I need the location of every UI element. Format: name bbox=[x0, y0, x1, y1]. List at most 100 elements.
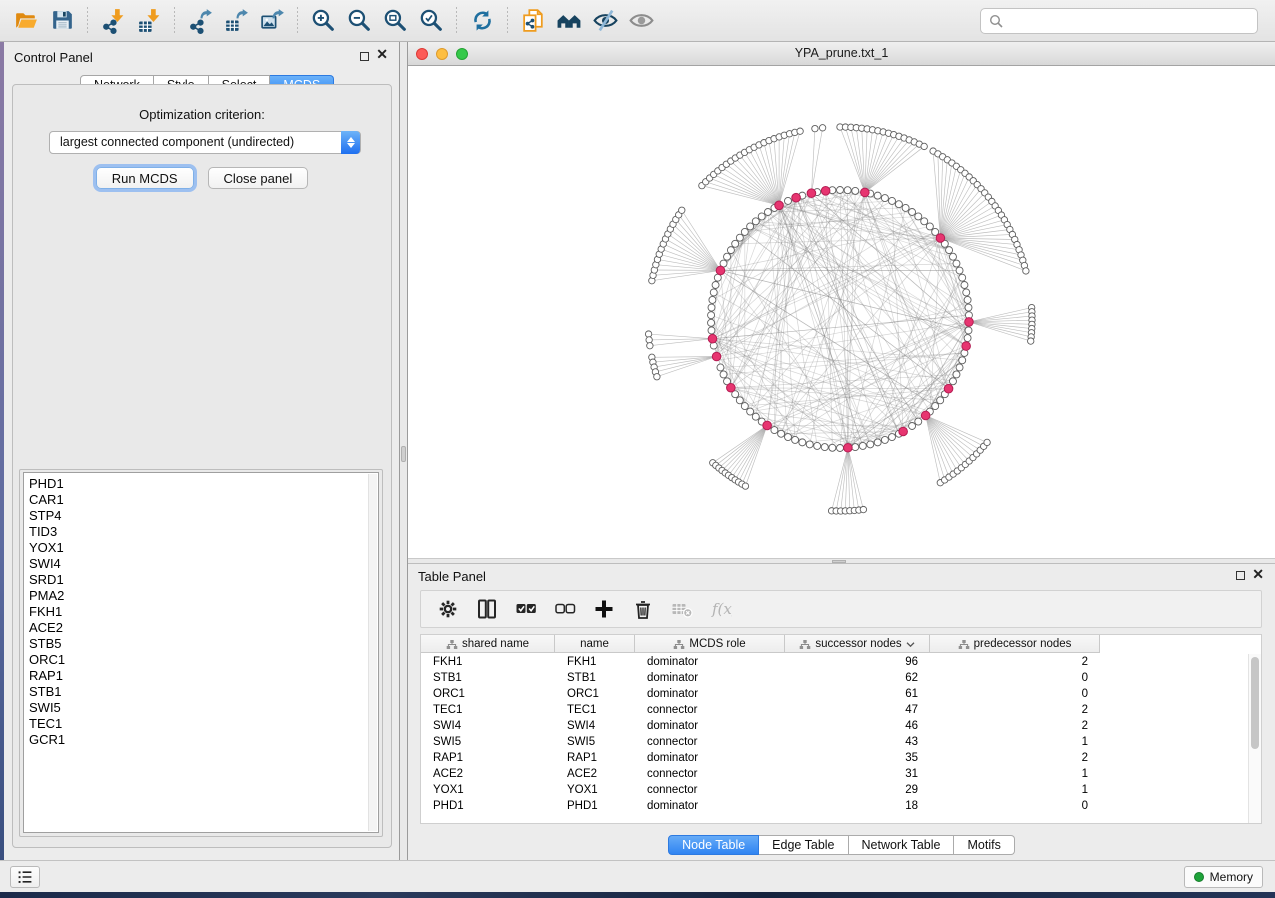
graph-node[interactable] bbox=[727, 247, 734, 254]
table-row[interactable]: PHD1PHD1dominator180 bbox=[421, 798, 1248, 814]
settings-button[interactable] bbox=[437, 598, 459, 620]
graph-node[interactable] bbox=[909, 209, 916, 216]
graph-node[interactable] bbox=[709, 296, 716, 303]
close-panel-button[interactable]: Close panel bbox=[208, 167, 309, 189]
graph-node[interactable] bbox=[771, 427, 778, 434]
graph-hub-node[interactable] bbox=[821, 187, 830, 196]
graph-node[interactable] bbox=[799, 439, 806, 446]
mcds-result-item[interactable]: RAP1 bbox=[24, 668, 378, 684]
graph-node[interactable] bbox=[821, 444, 828, 451]
optimization-select[interactable]: largest connected component (undirected) bbox=[49, 131, 361, 154]
graph-node[interactable] bbox=[732, 240, 739, 247]
table-scrollbar[interactable] bbox=[1248, 654, 1261, 823]
table-row[interactable]: YOX1YOX1connector291 bbox=[421, 782, 1248, 798]
memory-button[interactable]: Memory bbox=[1184, 866, 1263, 888]
refresh-layout-button[interactable] bbox=[464, 4, 500, 38]
export-image-button[interactable] bbox=[254, 4, 290, 38]
graph-node[interactable] bbox=[741, 403, 748, 410]
mcds-result-item[interactable]: TID3 bbox=[24, 524, 378, 540]
add-button[interactable] bbox=[593, 598, 615, 620]
graph-node[interactable] bbox=[736, 397, 743, 404]
table-row[interactable]: ACE2ACE2connector311 bbox=[421, 766, 1248, 782]
save-session-button[interactable] bbox=[44, 4, 80, 38]
graph-node[interactable] bbox=[708, 304, 715, 311]
import-network-button[interactable] bbox=[95, 4, 131, 38]
graph-node[interactable] bbox=[874, 192, 881, 199]
scrollbar-thumb[interactable] bbox=[1251, 657, 1259, 749]
table-row[interactable]: ORC1ORC1dominator610 bbox=[421, 686, 1248, 702]
graph-node[interactable] bbox=[708, 312, 715, 319]
table-row[interactable]: STB1STB1dominator620 bbox=[421, 670, 1248, 686]
graph-node[interactable] bbox=[965, 327, 972, 334]
mcds-result-item[interactable]: PHD1 bbox=[24, 476, 378, 492]
float-panel-icon[interactable] bbox=[360, 52, 369, 61]
graph-node[interactable] bbox=[717, 364, 724, 371]
graph-node[interactable] bbox=[921, 143, 927, 149]
graph-node[interactable] bbox=[956, 364, 963, 371]
graph-node[interactable] bbox=[747, 408, 754, 415]
graph-node[interactable] bbox=[752, 413, 759, 420]
export-network-button[interactable] bbox=[182, 4, 218, 38]
graph-node[interactable] bbox=[902, 204, 909, 211]
graph-node[interactable] bbox=[859, 442, 866, 449]
mcds-result-item[interactable]: STB5 bbox=[24, 636, 378, 652]
graph-node[interactable] bbox=[654, 374, 660, 380]
show-panels-button[interactable] bbox=[10, 866, 40, 888]
graph-hub-node[interactable] bbox=[965, 318, 974, 327]
zoom-in-button[interactable] bbox=[305, 4, 341, 38]
close-panel-icon[interactable]: ✕ bbox=[376, 47, 388, 61]
close-panel-icon[interactable]: ✕ bbox=[1252, 567, 1264, 581]
mcds-result-item[interactable]: SRD1 bbox=[24, 572, 378, 588]
splitter-handle[interactable] bbox=[832, 560, 846, 563]
graph-node[interactable] bbox=[946, 247, 953, 254]
tab-edge-table[interactable]: Edge Table bbox=[759, 835, 848, 855]
graph-node[interactable] bbox=[819, 125, 825, 131]
graph-node[interactable] bbox=[953, 260, 960, 267]
graph-node[interactable] bbox=[708, 327, 715, 334]
graph-node[interactable] bbox=[860, 506, 866, 512]
select-all-button[interactable] bbox=[515, 598, 537, 620]
graph-node[interactable] bbox=[965, 304, 972, 311]
graph-node[interactable] bbox=[881, 436, 888, 443]
graph-node[interactable] bbox=[708, 319, 715, 326]
mcds-result-item[interactable]: SWI4 bbox=[24, 556, 378, 572]
column-header[interactable]: MCDS role bbox=[635, 635, 785, 653]
graph-node[interactable] bbox=[937, 397, 944, 404]
mcds-result-item[interactable]: YOX1 bbox=[24, 540, 378, 556]
graph-node[interactable] bbox=[724, 253, 731, 260]
table-row[interactable]: FKH1FKH1dominator962 bbox=[421, 654, 1248, 670]
graph-hub-node[interactable] bbox=[716, 266, 725, 275]
column-header[interactable]: name bbox=[555, 635, 635, 653]
splitter-handle[interactable] bbox=[401, 446, 406, 462]
graph-node[interactable] bbox=[797, 128, 803, 134]
mcds-result-item[interactable]: TEC1 bbox=[24, 716, 378, 732]
graph-node[interactable] bbox=[964, 296, 971, 303]
graph-node[interactable] bbox=[889, 434, 896, 441]
graph-node[interactable] bbox=[956, 267, 963, 274]
graph-node[interactable] bbox=[752, 218, 759, 225]
graph-node[interactable] bbox=[881, 195, 888, 202]
graph-hub-node[interactable] bbox=[844, 443, 853, 452]
graph-hub-node[interactable] bbox=[962, 342, 971, 351]
graph-node[interactable] bbox=[926, 223, 933, 230]
column-header[interactable]: successor nodes bbox=[785, 635, 930, 653]
tab-motifs[interactable]: Motifs bbox=[954, 835, 1014, 855]
graph-node[interactable] bbox=[844, 187, 851, 194]
table-row[interactable]: SWI4SWI4dominator462 bbox=[421, 718, 1248, 734]
graph-node[interactable] bbox=[736, 234, 743, 241]
column-header[interactable]: predecessor nodes bbox=[930, 635, 1100, 653]
mcds-result-item[interactable]: CAR1 bbox=[24, 492, 378, 508]
mcds-result-item[interactable]: ORC1 bbox=[24, 652, 378, 668]
graph-hub-node[interactable] bbox=[712, 352, 721, 361]
graph-node[interactable] bbox=[963, 289, 970, 296]
graph-node[interactable] bbox=[874, 439, 881, 446]
graph-node[interactable] bbox=[949, 378, 956, 385]
graph-node[interactable] bbox=[764, 209, 771, 216]
graph-node[interactable] bbox=[1028, 338, 1034, 344]
run-mcds-button[interactable]: Run MCDS bbox=[96, 167, 194, 189]
mcds-result-item[interactable]: STB1 bbox=[24, 684, 378, 700]
graph-node[interactable] bbox=[679, 207, 685, 213]
tab-node-table[interactable]: Node Table bbox=[668, 835, 759, 855]
import-table-button[interactable] bbox=[131, 4, 167, 38]
graph-node[interactable] bbox=[867, 441, 874, 448]
